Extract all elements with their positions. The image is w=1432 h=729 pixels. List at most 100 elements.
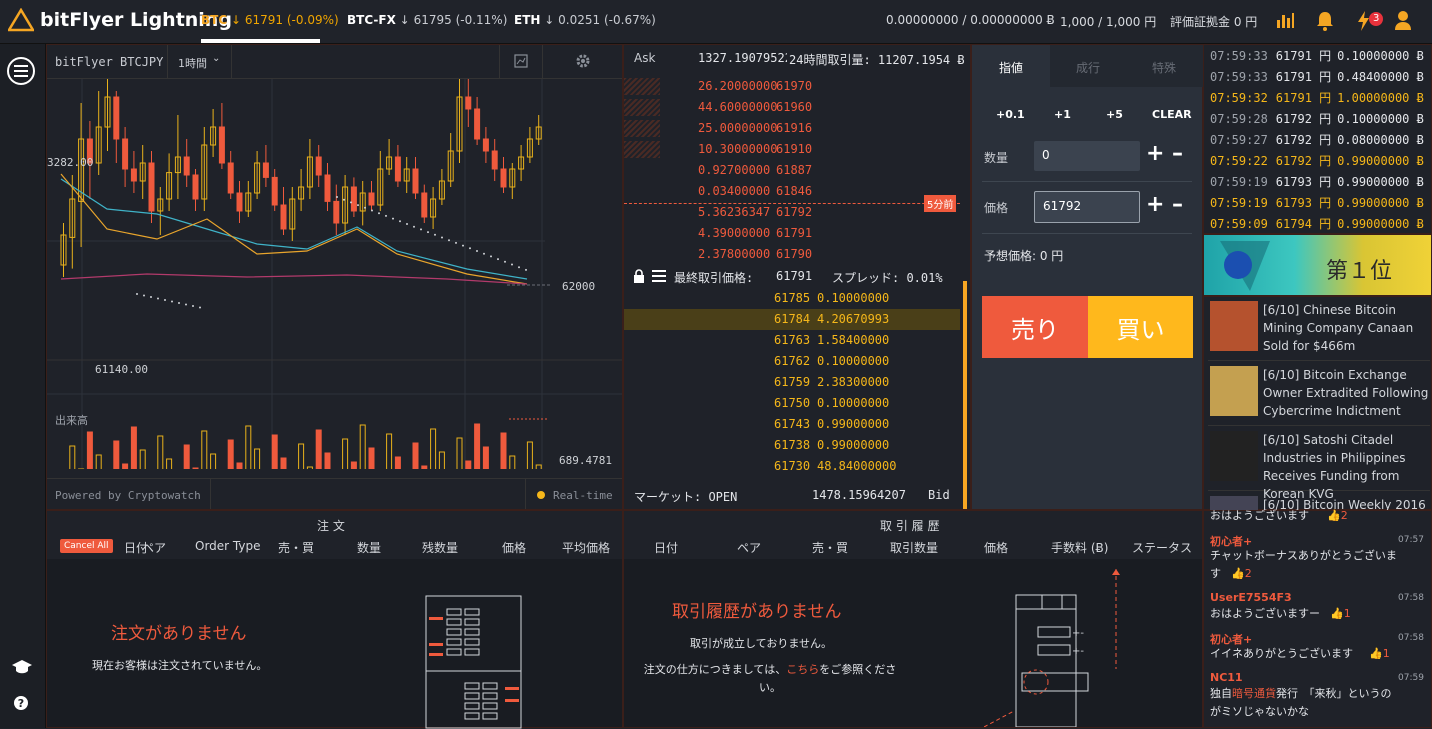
help-link[interactable]: こちら	[786, 663, 819, 676]
ask-row[interactable]: 0.03400000 61846	[624, 181, 960, 202]
price-minus-icon[interactable]: –	[1172, 192, 1183, 217]
interval-select[interactable]: 1時間 ⌄	[167, 45, 232, 78]
last-price-line	[624, 203, 960, 204]
qty-input[interactable]: 0	[1034, 141, 1140, 171]
chevron-down-icon: ⌄	[212, 53, 221, 64]
sar-dot	[343, 198, 345, 201]
inc-1-button[interactable]: +1	[1054, 108, 1071, 121]
news-item[interactable]: [6/10] Chinese Bitcoin Mining Company Ca…	[1208, 297, 1430, 361]
hcol-status[interactable]: ステータス	[1132, 539, 1192, 556]
hcol-pair[interactable]: ペア	[737, 539, 761, 556]
list-icon[interactable]	[652, 270, 666, 282]
ask-row[interactable]: 2.37800000 61790	[624, 244, 960, 265]
qty-minus-icon[interactable]: –	[1172, 141, 1183, 166]
lock-icon[interactable]	[633, 269, 645, 283]
qty-plus-icon[interactable]: +	[1146, 141, 1164, 166]
volume-bar	[368, 447, 375, 469]
ask-size: 2.37800000	[698, 247, 771, 261]
bell-icon[interactable]	[1315, 10, 1335, 32]
powered-by[interactable]: Powered by Cryptowatch	[55, 489, 201, 502]
chart-type-icon[interactable]	[499, 45, 543, 78]
bid-row[interactable]: 61762 0.10000000	[624, 351, 960, 372]
hcol-qty[interactable]: 取引数量	[890, 539, 938, 556]
bid-row[interactable]: 61743 0.99000000	[624, 414, 960, 435]
ask-row[interactable]: 4.39000000 61791	[624, 223, 960, 244]
bid-row[interactable]: 61785 0.10000000	[624, 288, 960, 309]
col-qty[interactable]: 数量	[357, 539, 381, 556]
tab-special[interactable]: 特殊	[1126, 45, 1202, 87]
tab-market[interactable]: 成行	[1050, 45, 1126, 87]
hcol-fee[interactable]: 手数料 (Ƀ)	[1051, 539, 1108, 556]
clear-button[interactable]: CLEAR	[1152, 108, 1192, 121]
bid-row[interactable]: 61730 48.84000000	[624, 456, 960, 477]
cancel-all-button[interactable]: Cancel All	[60, 539, 113, 553]
ask-row[interactable]: 44.60000000 61960	[624, 97, 960, 118]
ticker-btc-fx[interactable]: BTC-FX ↓ 61795 (-0.11%)	[347, 13, 507, 27]
inc-5-button[interactable]: +5	[1106, 108, 1123, 121]
ask-size: 10.30000000	[698, 142, 778, 156]
ask-row[interactable]: 5.36236347 61792	[624, 202, 960, 223]
logo[interactable]: bitFlyer Lightning	[8, 8, 232, 32]
bid-size: 0.10000000	[817, 291, 890, 305]
tab-limit-label: 指値	[999, 61, 1024, 75]
ticker-btc[interactable]: BTC ↓ 61791 (-0.09%)	[201, 13, 339, 27]
col-side[interactable]: 売・買	[278, 539, 314, 556]
col-avg-price[interactable]: 平均価格	[562, 539, 610, 556]
inc-01-button[interactable]: +0.1	[996, 108, 1025, 121]
bid-row[interactable]: 61750 0.10000000	[624, 393, 960, 414]
chat-user[interactable]: NC11	[1210, 671, 1243, 684]
like-icon[interactable]: 👍	[1231, 567, 1245, 580]
tab-limit[interactable]: 指値	[972, 45, 1050, 87]
trade-row: 07:59:33 61791 円 0.10000000 Ƀ	[1210, 47, 1424, 64]
hcol-price[interactable]: 価格	[984, 539, 1008, 556]
hcol-date[interactable]: 日付	[654, 539, 678, 556]
help-icon[interactable]: ?	[13, 695, 29, 711]
trade-row: 07:59:19 61793 円 0.99000000 Ƀ	[1210, 194, 1424, 211]
candlestick-chart[interactable]: 3282.0061140.0062000出来高689.4781June 8Jun…	[47, 79, 622, 469]
sell-button[interactable]: 売り	[982, 296, 1088, 358]
orderbook-scrollbar[interactable]	[963, 281, 967, 509]
col-remaining[interactable]: 残数量	[422, 539, 458, 556]
price-plus-icon[interactable]: +	[1146, 192, 1164, 217]
sar-dot	[455, 241, 457, 244]
chat-link[interactable]: 暗号通貨	[1232, 687, 1276, 700]
chat-user[interactable]: UserE7554F3	[1210, 591, 1292, 604]
ask-row[interactable]: 26.20000000 61970	[624, 76, 960, 97]
like-icon[interactable]: 👍	[1330, 607, 1344, 620]
buy-button[interactable]: 買い	[1088, 296, 1193, 358]
form-divider	[982, 181, 1192, 182]
sar-dot	[136, 293, 138, 295]
news-item[interactable]: [6/10] Bitcoin Exchange Owner Extradited…	[1208, 362, 1430, 426]
jpy-balance: 1,000 / 1,000 円	[1060, 15, 1157, 29]
price-axis-label: 62000	[562, 280, 595, 293]
chart-panel: bitFlyer BTCJPY 1時間 ⌄ 3282.00 61140.00 620…	[46, 44, 623, 510]
ask-row[interactable]: 25.00000000 61916	[624, 118, 960, 139]
chat-panel: おはようございます 👍2 初心者+ 07:57 チャットボーナスありがとうございます 👍2…	[1203, 509, 1432, 728]
col-price[interactable]: 価格	[502, 539, 526, 556]
hcol-side[interactable]: 売・買	[812, 539, 848, 556]
ticker-eth[interactable]: ETH ↓ 0.0251 (-0.67%)	[514, 13, 656, 27]
bid-row[interactable]: 61784 4.20670993	[624, 309, 960, 330]
volume-bar	[183, 444, 190, 469]
ask-row[interactable]: 0.92700000 61887	[624, 160, 960, 181]
like-icon[interactable]: 👍	[1327, 509, 1341, 522]
sar-dot	[504, 260, 506, 263]
low-label: 61140.00	[95, 363, 148, 376]
bid-row[interactable]: 61763 1.58400000	[624, 330, 960, 351]
chat-message: 独自	[1210, 687, 1232, 700]
bid-row[interactable]: 61738 0.99000000	[624, 435, 960, 456]
bid-row[interactable]: 61759 2.38300000	[624, 372, 960, 393]
menu-icon[interactable]	[6, 56, 36, 86]
price-input[interactable]: 61792	[1034, 191, 1140, 223]
like-icon[interactable]: 👍	[1369, 647, 1383, 660]
user-icon[interactable]	[1394, 10, 1412, 30]
col-pair[interactable]: ペア	[142, 539, 166, 556]
graduation-cap-icon[interactable]	[11, 658, 33, 676]
col-order-type[interactable]: Order Type	[195, 539, 260, 553]
ask-row[interactable]: 10.30000000 61910	[624, 139, 960, 160]
gear-icon[interactable]	[575, 53, 591, 69]
chart-bars-icon[interactable]	[1275, 10, 1295, 30]
bid-size: 2.38300000	[817, 375, 890, 389]
ad-banner[interactable]: 第１位	[1203, 234, 1432, 296]
news-item[interactable]: [6/10] Satoshi Citadel Industries in Phi…	[1208, 427, 1430, 501]
